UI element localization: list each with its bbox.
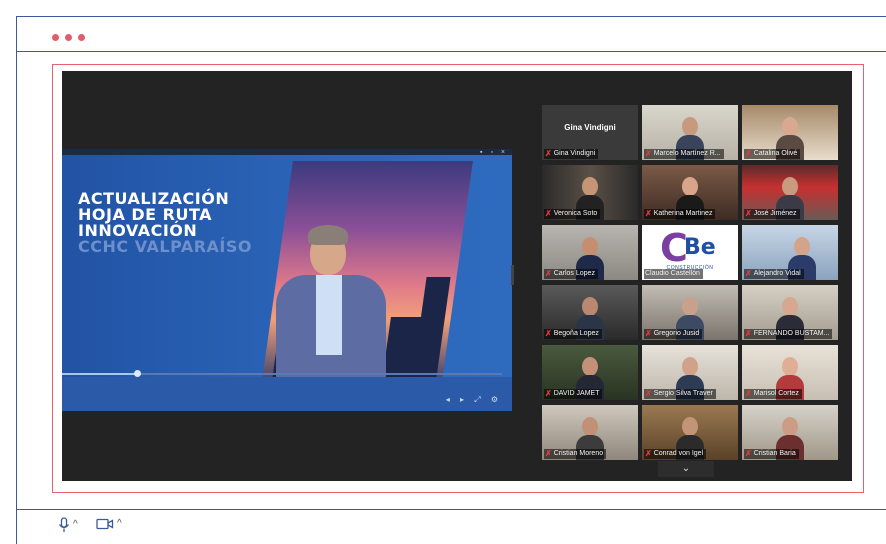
participant-name: ✗ Veronica Soto — [544, 209, 601, 219]
participant-name: ✗ Conrad von Igel — [644, 449, 707, 459]
mic-muted-icon: ✗ — [745, 149, 752, 158]
mic-muted-icon: ✗ — [645, 389, 652, 398]
participant-tile[interactable]: ✗ Alejandro Vidal — [742, 225, 838, 280]
mic-muted-icon: ✗ — [745, 329, 752, 338]
participant-gallery: Gina Vindigni ✗ Gina Vindigni ✗ Marcelo Ma… — [542, 105, 844, 473]
video-camera-icon[interactable] — [96, 517, 114, 531]
presentation-title: ACTUALIZACIÓN HOJA DE RUTA INNOVACIÓN CC… — [78, 191, 252, 255]
participant-tile[interactable]: ✗ Katherina Martinez — [642, 165, 738, 220]
mic-muted-icon: ✗ — [745, 269, 752, 278]
mic-options-caret[interactable]: ^ — [73, 520, 78, 530]
participant-tile-logo[interactable]: C Be CONSTRUCCIÓN Claudio Castellón — [642, 225, 738, 280]
title-line-4: CCHC VALPARAÍSO — [78, 237, 252, 256]
mic-muted-icon: ✗ — [545, 209, 552, 218]
participant-name: ✗ Sergio Silva Traver — [644, 389, 716, 399]
mic-muted-icon: ✗ — [545, 389, 552, 398]
participant-name: ✗ José Jiménez — [744, 209, 800, 219]
participant-tile[interactable]: ✗ Veronica Soto — [542, 165, 638, 220]
participant-name: ✗ Alejandro Vidal — [744, 269, 804, 279]
participant-tile[interactable]: ✗ Conrad von Igel — [642, 405, 738, 460]
bottom-toolbar — [16, 509, 886, 544]
participant-tile[interactable]: ✗ Gregorio Jusid — [642, 285, 738, 340]
dot-icon — [52, 34, 59, 41]
participant-tile-active-speaker[interactable]: ✗ Catalina Olivé — [742, 105, 838, 160]
share-toolbar: ▪ ▫ × — [62, 149, 512, 156]
video-controls-bar: ◂ ▸ ⤢ ⚙ — [62, 377, 512, 411]
dot-icon — [78, 34, 85, 41]
participant-tile[interactable]: ✗ Marisol Cortez — [742, 345, 838, 400]
mic-muted-icon: ✗ — [645, 209, 652, 218]
participant-name: ✗ FERNANDO BUSTAM... — [744, 329, 833, 339]
participant-name: ✗ Gina Vindigni — [544, 149, 599, 159]
company-logo-be: Be — [684, 235, 716, 260]
participant-tile[interactable]: ✗ FERNANDO BUSTAM... — [742, 285, 838, 340]
dot-icon — [65, 34, 72, 41]
video-progress-knob[interactable] — [133, 370, 141, 377]
mic-muted-icon: ✗ — [745, 389, 752, 398]
participant-name: ✗ Marisol Cortez — [744, 389, 802, 399]
microphone-icon[interactable] — [58, 517, 70, 533]
mic-muted-icon: ✗ — [545, 329, 552, 338]
mic-muted-icon: ✗ — [745, 449, 752, 458]
mic-muted-icon: ✗ — [645, 449, 652, 458]
participant-tile[interactable]: ✗ José Jiménez — [742, 165, 838, 220]
participant-tile[interactable]: Gina Vindigni ✗ Gina Vindigni — [542, 105, 638, 160]
split-handle[interactable] — [511, 265, 514, 285]
mic-muted-icon: ✗ — [645, 149, 652, 158]
participant-name: ✗ Katherina Martinez — [644, 209, 716, 219]
mic-muted-icon: ✗ — [745, 209, 752, 218]
participant-name: Claudio Castellón — [644, 269, 703, 279]
featured-name: Gina Vindigni — [564, 123, 616, 132]
window-controls-icon[interactable]: ▪ ▫ × — [480, 149, 508, 156]
video-progress-fill — [62, 373, 137, 375]
participant-name: ✗ Cristian Baria — [744, 449, 799, 459]
window-menu-dots[interactable] — [52, 34, 85, 41]
title-bar — [16, 16, 886, 52]
shared-screen: ACTUALIZACIÓN HOJA DE RUTA INNOVACIÓN CC… — [62, 149, 512, 411]
participant-name: ✗ Carlos Lopez — [544, 269, 598, 279]
mic-muted-icon: ✗ — [645, 329, 652, 338]
participant-name: ✗ Marcelo Martínez R... — [644, 149, 724, 159]
camera-control[interactable]: ^ — [96, 517, 122, 531]
participant-name: ✗ Catalina Olivé — [744, 149, 801, 159]
mic-muted-icon: ✗ — [545, 269, 552, 278]
mic-control[interactable]: ^ — [58, 517, 78, 533]
participant-name: ✗ Begoña Lopez — [544, 329, 602, 339]
camera-options-caret[interactable]: ^ — [117, 519, 122, 529]
gallery-next-page-button[interactable]: ⌄ — [658, 461, 714, 477]
participant-name: ✗ Cristian Moreno — [544, 449, 607, 459]
participant-tile[interactable]: ✗ Cristian Moreno — [542, 405, 638, 460]
participant-tile[interactable]: ✗ DAVID JAMET — [542, 345, 638, 400]
participant-tile[interactable]: ✗ Carlos Lopez — [542, 225, 638, 280]
player-controls-icon[interactable]: ◂ ▸ ⤢ ⚙ — [446, 395, 502, 405]
meeting-view: ACTUALIZACIÓN HOJA DE RUTA INNOVACIÓN CC… — [62, 71, 852, 481]
participant-name: ✗ DAVID JAMET — [544, 389, 603, 399]
participant-tile[interactable]: ✗ Marcelo Martínez R... — [642, 105, 738, 160]
participant-tile[interactable]: ✗ Sergio Silva Traver — [642, 345, 738, 400]
mic-muted-icon: ✗ — [545, 149, 552, 158]
participant-name: ✗ Gregorio Jusid — [644, 329, 703, 339]
mic-muted-icon: ✗ — [545, 449, 552, 458]
participant-tile[interactable]: ✗ Cristian Baria — [742, 405, 838, 460]
participant-tile[interactable]: ✗ Begoña Lopez — [542, 285, 638, 340]
